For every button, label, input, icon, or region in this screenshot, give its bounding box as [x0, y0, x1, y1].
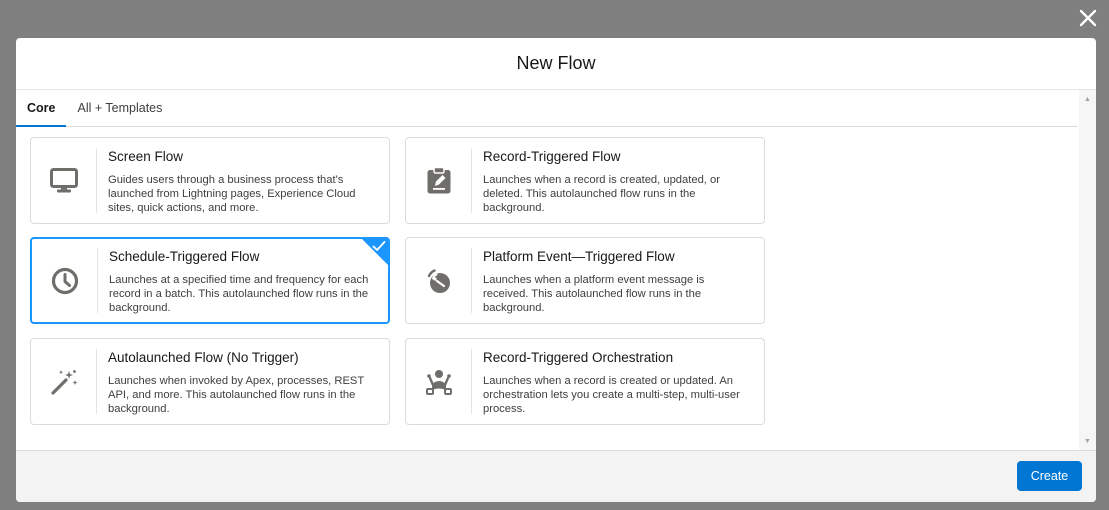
card-title: Autolaunched Flow (No Trigger) [108, 350, 299, 365]
card-description: Launches when a record is created, updat… [483, 174, 720, 214]
tab-bar: Core All + Templates [16, 90, 1078, 127]
card-record-triggered-flow[interactable]: Record-Triggered Flow Launches when a re… [405, 137, 765, 224]
card-title: Record-Triggered Flow [483, 149, 621, 164]
card-screen-flow[interactable]: Screen Flow Guides users through a busin… [30, 137, 390, 224]
card-description: Launches at a specified time and frequen… [109, 274, 369, 314]
card-description: Launches when invoked by Apex, processes… [108, 375, 365, 415]
card-title: Screen Flow [108, 149, 184, 164]
card-description: Launches when a record is created or upd… [483, 375, 740, 415]
modal-header: New Flow [16, 38, 1096, 90]
monitor-icon [49, 167, 78, 192]
card-title: Schedule-Triggered Flow [109, 249, 260, 264]
modal-footer: Create [16, 450, 1096, 502]
orchestration-icon [425, 369, 452, 395]
vertical-scrollbar[interactable]: ▲ ▼ [1079, 90, 1096, 450]
clock-icon [51, 267, 78, 294]
checkmark-icon [372, 241, 386, 251]
platform-event-icon [427, 268, 450, 293]
card-platform-event-triggered-flow[interactable]: Platform Event—Triggered Flow Launches w… [405, 237, 765, 324]
card-title: Record-Triggered Orchestration [483, 350, 674, 365]
card-description: Launches when a platform event message i… [483, 274, 705, 314]
new-flow-modal: New Flow Core All + Templates ▲ ▼ Screen… [16, 38, 1096, 502]
create-button[interactable]: Create [1017, 461, 1082, 491]
tab-all-templates[interactable]: All + Templates [66, 90, 173, 126]
card-description: Guides users through a business process … [108, 174, 356, 214]
tab-core[interactable]: Core [16, 90, 67, 127]
modal-title: New Flow [516, 53, 596, 73]
card-title: Platform Event—Triggered Flow [483, 249, 675, 264]
card-autolaunched-flow[interactable]: Autolaunched Flow (No Trigger) Launches … [30, 338, 390, 425]
clipboard-icon [427, 166, 450, 193]
card-schedule-triggered-flow[interactable]: Schedule-Triggered Flow Launches at a sp… [30, 237, 390, 324]
magic-wand-icon [50, 369, 77, 395]
card-record-triggered-orchestration[interactable]: Record-Triggered Orchestration Launches … [405, 338, 765, 425]
scroll-up-arrow-icon[interactable]: ▲ [1079, 92, 1096, 106]
scroll-down-arrow-icon[interactable]: ▼ [1079, 434, 1096, 448]
close-icon[interactable] [1076, 6, 1100, 30]
